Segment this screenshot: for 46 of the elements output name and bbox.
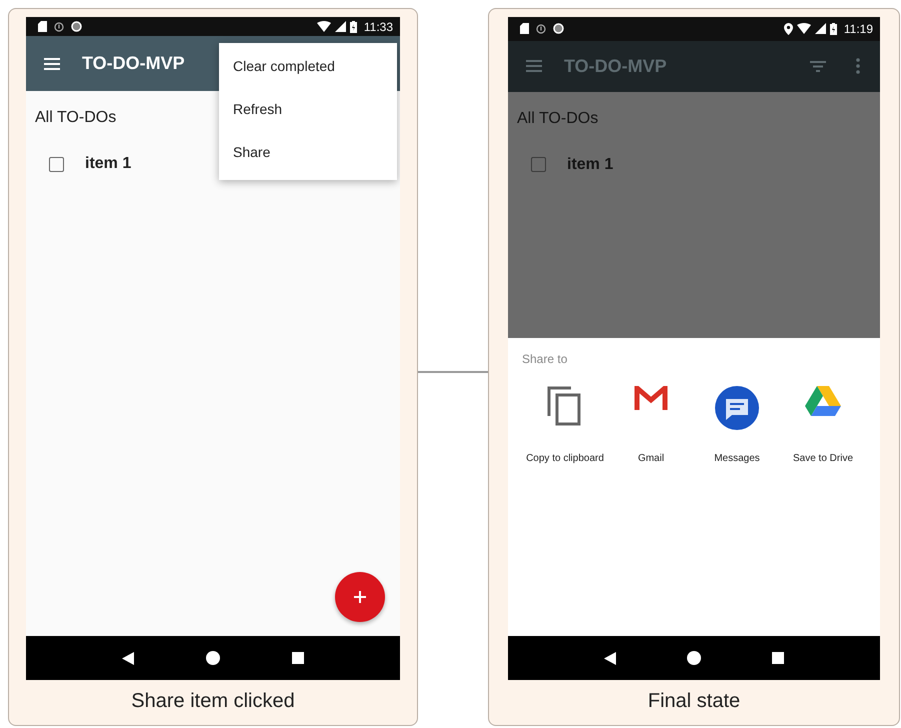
wifi-icon xyxy=(316,21,331,32)
list-title: All TO-DOs xyxy=(517,110,600,128)
status-time: 11:19 xyxy=(844,22,873,36)
location-icon xyxy=(784,22,793,35)
screen-caption: Share item clicked xyxy=(130,690,296,713)
checkbox[interactable] xyxy=(49,156,64,172)
back-icon[interactable] xyxy=(122,652,134,664)
home-icon[interactable] xyxy=(686,651,701,666)
filter-icon[interactable] xyxy=(810,60,826,72)
record-icon xyxy=(553,23,564,34)
more-options-icon[interactable] xyxy=(856,58,860,74)
menu-item[interactable]: Share xyxy=(219,133,397,176)
drive-icon[interactable] xyxy=(805,386,841,416)
mail-icon[interactable] xyxy=(634,386,668,410)
menu-item[interactable]: Clear completed xyxy=(219,47,397,90)
info-icon xyxy=(536,24,546,34)
signal-icon xyxy=(814,23,826,34)
app-title: TO-DO-MVP xyxy=(82,53,185,74)
share-target-label[interactable]: Copy to clipboard xyxy=(526,452,604,464)
menu-icon[interactable] xyxy=(526,60,542,72)
battery-icon xyxy=(830,22,837,35)
home-icon[interactable] xyxy=(206,651,220,665)
status-time: 11:33 xyxy=(364,20,393,34)
recents-icon[interactable] xyxy=(772,652,784,664)
copy-icon[interactable] xyxy=(547,386,583,426)
sd-card-icon xyxy=(38,21,47,32)
battery-icon xyxy=(350,20,357,32)
sheet-title: Share to xyxy=(522,352,568,366)
app-title: TO-DO-MVP xyxy=(564,56,667,77)
share-target-label[interactable]: Messages xyxy=(714,452,760,464)
screen-caption: Final state xyxy=(646,690,742,713)
menu-icon[interactable] xyxy=(44,58,60,70)
back-icon[interactable] xyxy=(604,652,616,665)
share-target-label[interactable]: Gmail xyxy=(638,452,664,464)
record-icon xyxy=(71,21,82,32)
checkbox[interactable] xyxy=(531,157,546,172)
todo-item-label[interactable]: item 1 xyxy=(85,155,132,173)
chat-bubble-icon[interactable] xyxy=(715,386,759,430)
signal-icon xyxy=(334,21,346,32)
add-button[interactable] xyxy=(335,572,385,622)
menu-item[interactable]: Refresh xyxy=(219,90,397,133)
info-icon xyxy=(54,22,64,32)
sd-card-icon xyxy=(520,23,529,34)
share-target-label[interactable]: Save to Drive xyxy=(792,452,854,464)
plus-icon xyxy=(354,591,366,603)
wifi-icon xyxy=(796,23,811,34)
